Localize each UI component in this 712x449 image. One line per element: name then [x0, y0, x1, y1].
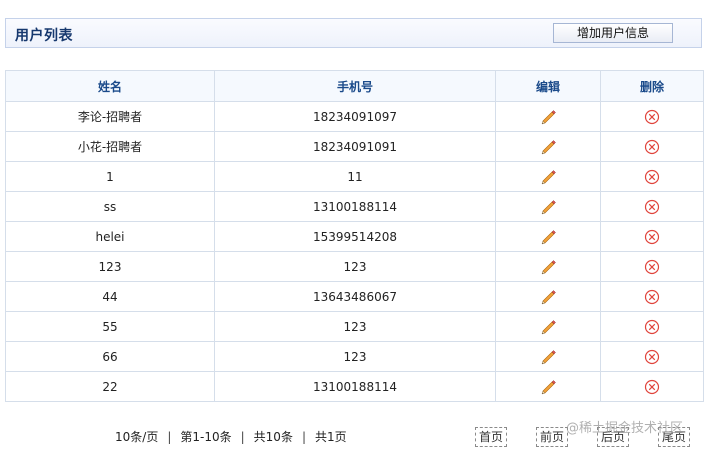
pencil-icon[interactable] [539, 348, 557, 366]
column-header-phone: 手机号 [214, 70, 496, 102]
cell-edit [495, 131, 601, 162]
cell-delete [600, 131, 704, 162]
cell-edit [495, 311, 601, 342]
circle-x-icon[interactable] [643, 288, 661, 306]
pencil-icon[interactable] [539, 168, 557, 186]
table-row: 66 123 [5, 341, 704, 372]
circle-x-icon[interactable] [643, 228, 661, 246]
cell-phone: 15399514208 [214, 221, 496, 252]
circle-x-icon[interactable] [643, 348, 661, 366]
cell-phone: 18234091097 [214, 101, 496, 132]
cell-name: ss [5, 191, 215, 222]
first-page-button[interactable]: 首页 [475, 427, 508, 447]
cell-phone: 13100188114 [214, 191, 496, 222]
circle-x-icon[interactable] [643, 318, 661, 336]
cell-delete [600, 221, 704, 252]
table-row: 小花-招聘者 18234091091 [5, 131, 704, 162]
separator: | [301, 430, 306, 444]
separator: | [240, 430, 245, 444]
total-records-text: 共10条 [253, 430, 293, 444]
table-row: ss 13100188114 [5, 191, 704, 222]
last-page-button[interactable]: 尾页 [658, 427, 691, 447]
separator: | [167, 430, 172, 444]
circle-x-icon[interactable] [643, 378, 661, 396]
cell-name: 1 [5, 161, 215, 192]
circle-x-icon[interactable] [643, 168, 661, 186]
next-page-button[interactable]: 后页 [597, 427, 630, 447]
pencil-icon[interactable] [539, 108, 557, 126]
table-row: 李论-招聘者 18234091097 [5, 101, 704, 132]
pencil-icon[interactable] [539, 288, 557, 306]
page-title: 用户列表 [15, 28, 73, 44]
pencil-icon[interactable] [539, 318, 557, 336]
cell-delete [600, 161, 704, 192]
cell-name: helei [5, 221, 215, 252]
cell-name: 李论-招聘者 [5, 101, 215, 132]
cell-delete [600, 101, 704, 132]
cell-edit [495, 251, 601, 282]
cell-edit [495, 371, 601, 402]
user-table: 姓名 手机号 编辑 删除 李论-招聘者 18234091097 小花-招聘者 1823… [5, 70, 704, 402]
circle-x-icon[interactable] [643, 138, 661, 156]
circle-x-icon[interactable] [643, 108, 661, 126]
table-row: 1 11 [5, 161, 704, 192]
cell-edit [495, 191, 601, 222]
range-text: 第1-10条 [180, 430, 232, 444]
cell-phone: 123 [214, 311, 496, 342]
cell-delete [600, 341, 704, 372]
per-page-text: 10条/页 [115, 430, 159, 444]
table-row: 123 123 [5, 251, 704, 282]
cell-edit [495, 101, 601, 132]
circle-x-icon[interactable] [643, 198, 661, 216]
table-row: 44 13643486067 [5, 281, 704, 312]
prev-page-button[interactable]: 前页 [536, 427, 569, 447]
user-list-page: 用户列表 增加用户信息 姓名 手机号 编辑 删除 李论-招聘者 182340910… [0, 0, 712, 449]
cell-phone: 123 [214, 341, 496, 372]
table-body: 李论-招聘者 18234091097 小花-招聘者 18234091091 1 11 ss 1… [5, 101, 704, 402]
cell-phone: 11 [214, 161, 496, 192]
add-user-button[interactable]: 增加用户信息 [553, 23, 673, 43]
column-header-delete: 删除 [600, 70, 704, 102]
cell-phone: 123 [214, 251, 496, 282]
cell-phone: 13100188114 [214, 371, 496, 402]
cell-name: 22 [5, 371, 215, 402]
cell-delete [600, 371, 704, 402]
cell-name: 55 [5, 311, 215, 342]
cell-edit [495, 221, 601, 252]
cell-delete [600, 251, 704, 282]
cell-edit [495, 161, 601, 192]
cell-phone: 18234091091 [214, 131, 496, 162]
cell-phone: 13643486067 [214, 281, 496, 312]
table-row: 55 123 [5, 311, 704, 342]
cell-name: 66 [5, 341, 215, 372]
cell-edit [495, 281, 601, 312]
cell-name: 44 [5, 281, 215, 312]
cell-delete [600, 191, 704, 222]
table-row: helei 15399514208 [5, 221, 704, 252]
pencil-icon[interactable] [539, 378, 557, 396]
column-header-name: 姓名 [5, 70, 215, 102]
cell-delete [600, 311, 704, 342]
cell-name: 小花-招聘者 [5, 131, 215, 162]
pencil-icon[interactable] [539, 258, 557, 276]
pencil-icon[interactable] [539, 138, 557, 156]
cell-delete [600, 281, 704, 312]
header-bar: 用户列表 增加用户信息 [5, 18, 702, 48]
table-header-row: 姓名 手机号 编辑 删除 [5, 70, 704, 102]
total-pages-text: 共1页 [315, 430, 347, 444]
pencil-icon[interactable] [539, 228, 557, 246]
pencil-icon[interactable] [539, 198, 557, 216]
pagination-info: 10条/页 | 第1-10条 | 共10条 | 共1页 [115, 428, 347, 445]
cell-edit [495, 341, 601, 372]
column-header-edit: 编辑 [495, 70, 601, 102]
circle-x-icon[interactable] [643, 258, 661, 276]
cell-name: 123 [5, 251, 215, 282]
table-row: 22 13100188114 [5, 371, 704, 402]
